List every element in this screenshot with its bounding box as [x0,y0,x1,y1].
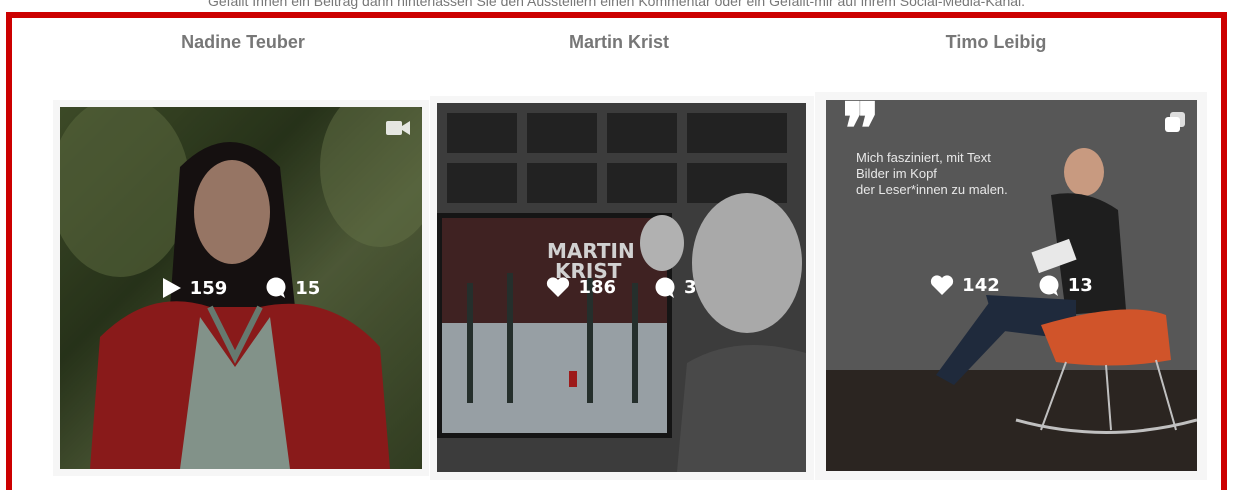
comments-count: 3 [684,277,697,298]
author-name-martin-krist: Martin Krist [568,32,669,52]
comments-stat: 3 [654,277,697,299]
heart-icon [931,275,954,295]
post-image[interactable]: 159 15 [60,107,422,469]
heart-icon [547,277,570,297]
comments-stat: 13 [1038,275,1093,297]
post-stats: 142 13 [826,100,1197,471]
likes-stat: 186 [546,277,616,298]
comments-count: 15 [295,277,321,299]
comment-icon [655,277,675,298]
post-card-nadine-teuber[interactable]: 159 15 [53,100,429,476]
views-count: 159 [189,277,228,299]
play-icon [162,278,181,298]
comments-count: 13 [1067,275,1093,296]
post-image[interactable]: ❞ Mich fasziniert, mit Text Bilder im Ko… [826,100,1197,471]
likes-count: 186 [578,277,617,298]
comment-icon [1039,275,1059,296]
likes-count: 142 [962,275,1000,296]
likes-stat: 142 [930,275,1000,296]
post-stats: 186 3 [437,103,806,472]
intro-text: Gefällt Ihnen ein Beitrag dann hinterlas… [207,0,1026,9]
post-image[interactable]: MARTIN KRIST 186 3 [437,103,806,472]
post-card-timo-leibig[interactable]: ❞ Mich fasziniert, mit Text Bilder im Ko… [815,92,1207,480]
post-stats: 159 15 [60,107,422,469]
author-name-timo-leibig: Timo Leibig [945,32,1047,52]
views-stat: 159 [162,277,228,299]
post-card-martin-krist[interactable]: MARTIN KRIST 186 3 [430,96,814,480]
comment-icon [266,277,286,298]
author-name-nadine-teuber: Nadine Teuber [181,32,305,52]
comments-stat: 15 [265,277,320,299]
